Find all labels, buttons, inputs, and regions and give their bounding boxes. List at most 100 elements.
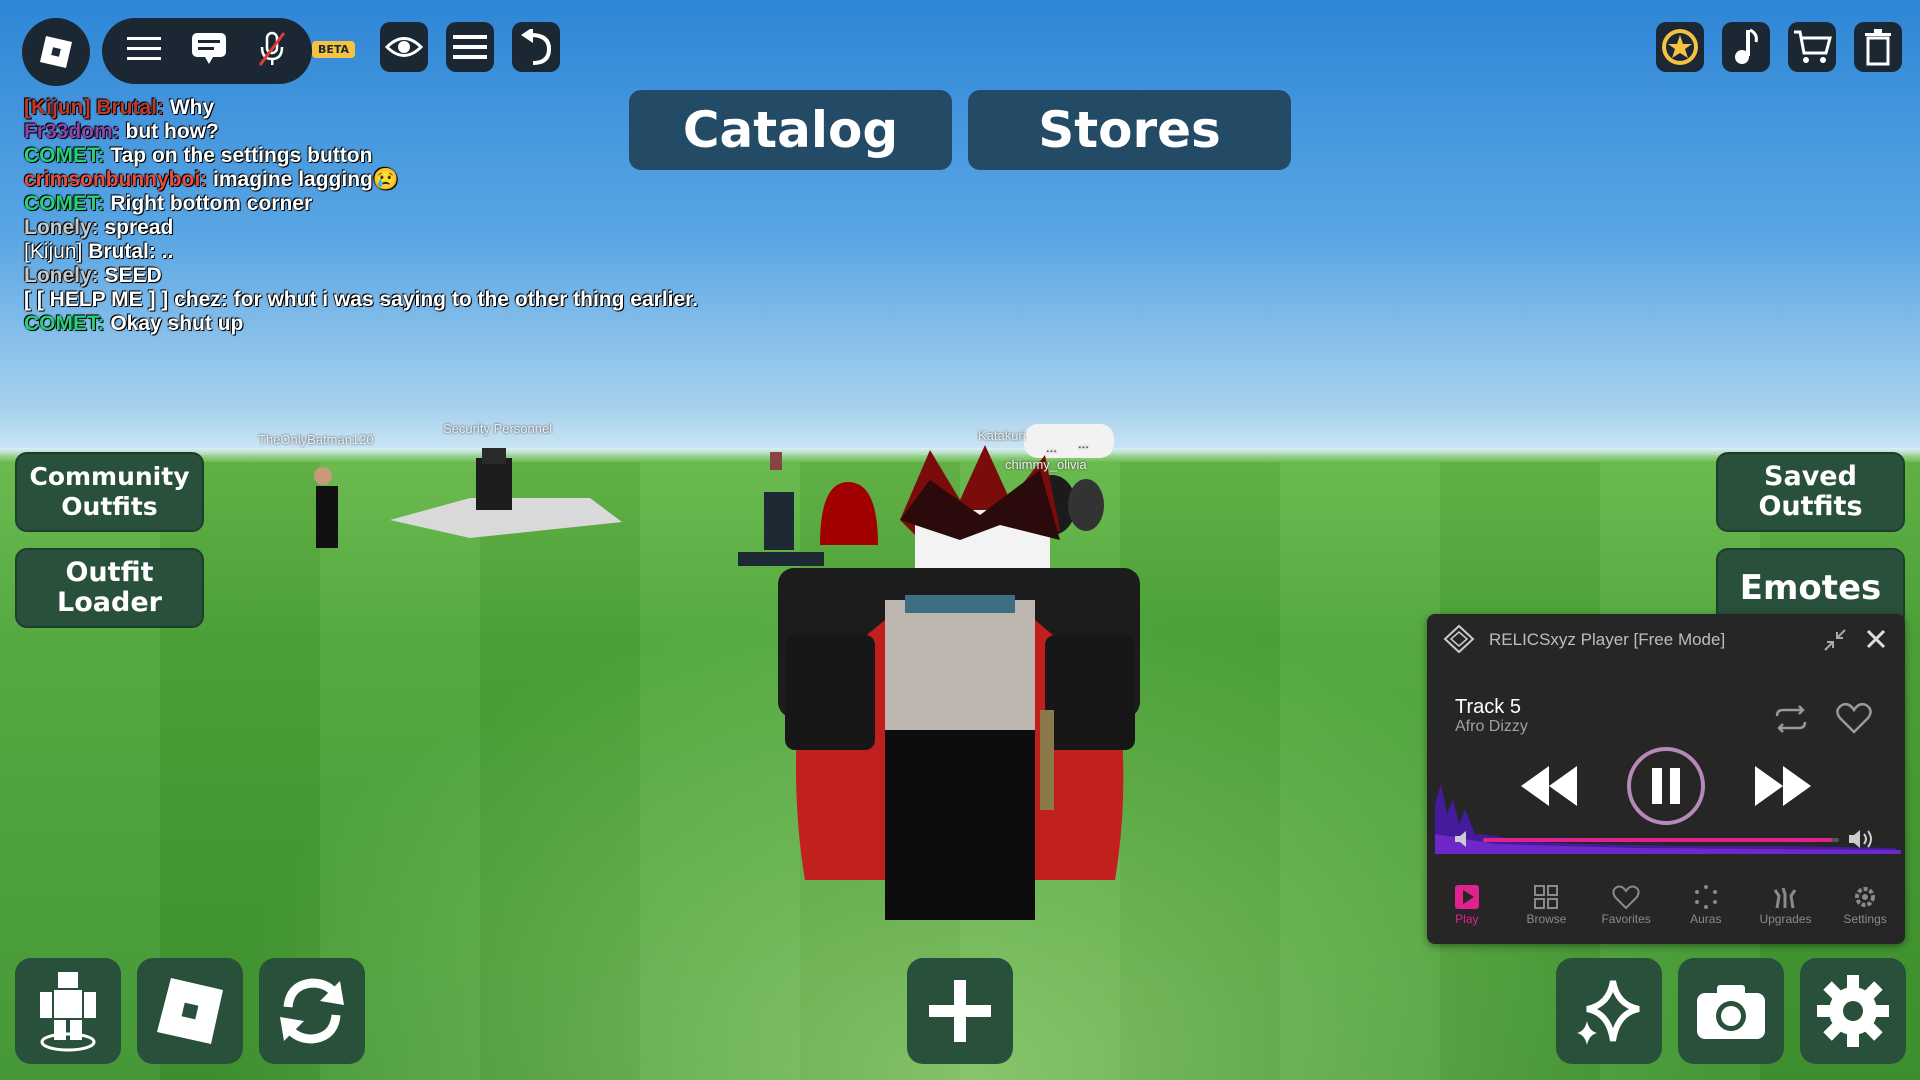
- gear-icon: [1817, 975, 1889, 1047]
- nav-upgrades[interactable]: Upgrades: [1749, 884, 1821, 944]
- nav-auras[interactable]: Auras: [1670, 884, 1742, 944]
- chat-log: [Kijun] Brutal: Why Fr33dom: but how? CO…: [24, 96, 704, 336]
- nav-play[interactable]: Play: [1431, 884, 1503, 944]
- close-icon[interactable]: [1865, 628, 1887, 654]
- chat-message: Brutal: ..: [82, 240, 174, 263]
- avatar-icon: [40, 972, 96, 1052]
- play-icon: [1454, 885, 1479, 909]
- refresh-icon: [280, 978, 344, 1044]
- trash-button[interactable]: [1854, 22, 1902, 72]
- nametag-katakuri: Katakuri: [978, 428, 1026, 443]
- saved-outfits-button[interactable]: Saved Outfits: [1716, 452, 1905, 532]
- roblox-icon: [157, 978, 223, 1044]
- roblox-button[interactable]: [137, 958, 243, 1064]
- volume-slider[interactable]: [1483, 838, 1839, 842]
- red-ghost: [820, 482, 878, 545]
- upgrades-icon: [1774, 887, 1797, 909]
- sparkle-button[interactable]: [1556, 958, 1662, 1064]
- cart-button[interactable]: [1788, 22, 1836, 72]
- sparkle-icon: [1577, 980, 1640, 1045]
- beta-badge: BETA: [312, 41, 356, 58]
- nametag-olivia: chimmy_olivia: [1005, 457, 1087, 472]
- black-pillar: [764, 492, 794, 550]
- add-button[interactable]: [907, 958, 1013, 1064]
- tab-stores[interactable]: Stores: [968, 90, 1291, 170]
- nav-settings-label: Settings: [1843, 912, 1887, 926]
- chat-speaker: COMET:: [24, 144, 105, 167]
- track-name: Track 5: [1455, 696, 1521, 718]
- pause-button[interactable]: [1626, 746, 1706, 830]
- chat-bubble: [1024, 424, 1114, 458]
- volume-low-icon: [1453, 830, 1475, 852]
- relics-diamond-icon: [1443, 624, 1475, 658]
- avatar-button[interactable]: [15, 958, 121, 1064]
- menu-icon[interactable]: [127, 35, 161, 67]
- chat-message: Right bottom corner: [104, 192, 313, 215]
- music-player-panel: RELICSxyz Player [Free Mode] Track 5 Afr…: [1427, 614, 1905, 944]
- chat-speaker: Fr33dom:: [24, 120, 120, 143]
- volume-fill: [1483, 838, 1832, 842]
- auras-icon: [1694, 885, 1717, 909]
- nav-browse[interactable]: Browse: [1510, 884, 1582, 944]
- nav-settings[interactable]: Settings: [1829, 884, 1901, 944]
- bubble-text-2: ...: [1078, 436, 1089, 451]
- refresh-button[interactable]: [259, 958, 365, 1064]
- community-outfits-button[interactable]: Community Outfits: [15, 452, 204, 532]
- rewind-icon[interactable]: [1519, 764, 1579, 812]
- browse-icon: [1534, 885, 1559, 909]
- player-nav: Play Browse Favorites Auras Upgrades Set…: [1427, 884, 1905, 944]
- minimize-icon[interactable]: [1823, 628, 1847, 656]
- music-button[interactable]: [1722, 22, 1770, 72]
- list-icon: [453, 35, 487, 59]
- favorite-heart-icon[interactable]: [1836, 702, 1872, 738]
- undo-button[interactable]: [512, 22, 560, 72]
- top-controls-pill: [102, 18, 312, 84]
- roblox-logo-icon: [40, 36, 72, 68]
- premium-button[interactable]: [1656, 22, 1704, 72]
- chat-message: Tap on the settings button: [104, 144, 373, 167]
- chat-line: [Kijun] Brutal: ..: [24, 240, 704, 264]
- list-button[interactable]: [446, 22, 494, 72]
- nav-upgrades-label: Upgrades: [1759, 912, 1812, 926]
- volume-high-icon: [1847, 828, 1877, 854]
- chat-line: [ [ HELP ME ] ] chez: for whut i was say…: [24, 288, 704, 312]
- trash-icon: [1865, 29, 1891, 66]
- mic-muted-icon[interactable]: [257, 31, 287, 71]
- heart-icon: [1612, 885, 1640, 910]
- plus-icon: [929, 980, 991, 1042]
- batman-figure: [316, 486, 338, 548]
- chat-speaker: Lonely:: [24, 216, 99, 239]
- eye-button[interactable]: [380, 22, 428, 72]
- chat-line: COMET: Okay shut up: [24, 312, 704, 336]
- security-figure: [476, 458, 512, 510]
- chat-icon[interactable]: [191, 32, 227, 70]
- nav-favorites[interactable]: Favorites: [1590, 884, 1662, 944]
- chat-message: spread: [98, 216, 174, 239]
- nav-auras-label: Auras: [1690, 912, 1722, 926]
- nav-play-label: Play: [1455, 912, 1479, 926]
- settings-icon: [1855, 887, 1876, 907]
- chat-speaker: [Kijun]: [24, 240, 83, 263]
- chat-line: Fr33dom: but how?: [24, 120, 704, 144]
- roblox-menu-button[interactable]: [22, 18, 90, 86]
- fast-forward-icon[interactable]: [1753, 764, 1813, 812]
- chat-line: [Kijun] Brutal: Why: [24, 96, 704, 120]
- chat-speaker: Lonely:: [24, 264, 99, 287]
- chat-message: chez: for whut i was saying to the other…: [168, 288, 699, 311]
- outfit-loader-button[interactable]: Outfit Loader: [15, 548, 204, 628]
- chat-speaker: [Kijun] Brutal:: [24, 96, 164, 119]
- nametag-security: Security Personnel: [443, 421, 553, 436]
- track-artist: Afro Dizzy: [1455, 718, 1528, 735]
- cart-icon: [1794, 30, 1832, 63]
- settings-button[interactable]: [1800, 958, 1906, 1064]
- chat-message: Okay shut up: [104, 312, 244, 335]
- chat-speaker: COMET:: [24, 192, 105, 215]
- undo-icon: [521, 29, 552, 65]
- chat-message: imagine lagging😢: [207, 168, 400, 191]
- camera-icon: [1697, 985, 1765, 1039]
- repeat-icon[interactable]: [1773, 704, 1809, 738]
- camera-button[interactable]: [1678, 958, 1784, 1064]
- chat-message: Why: [163, 96, 215, 119]
- premium-star-icon: [1662, 29, 1698, 65]
- chat-line: crimsonbunnyboi: imagine lagging😢: [24, 168, 704, 192]
